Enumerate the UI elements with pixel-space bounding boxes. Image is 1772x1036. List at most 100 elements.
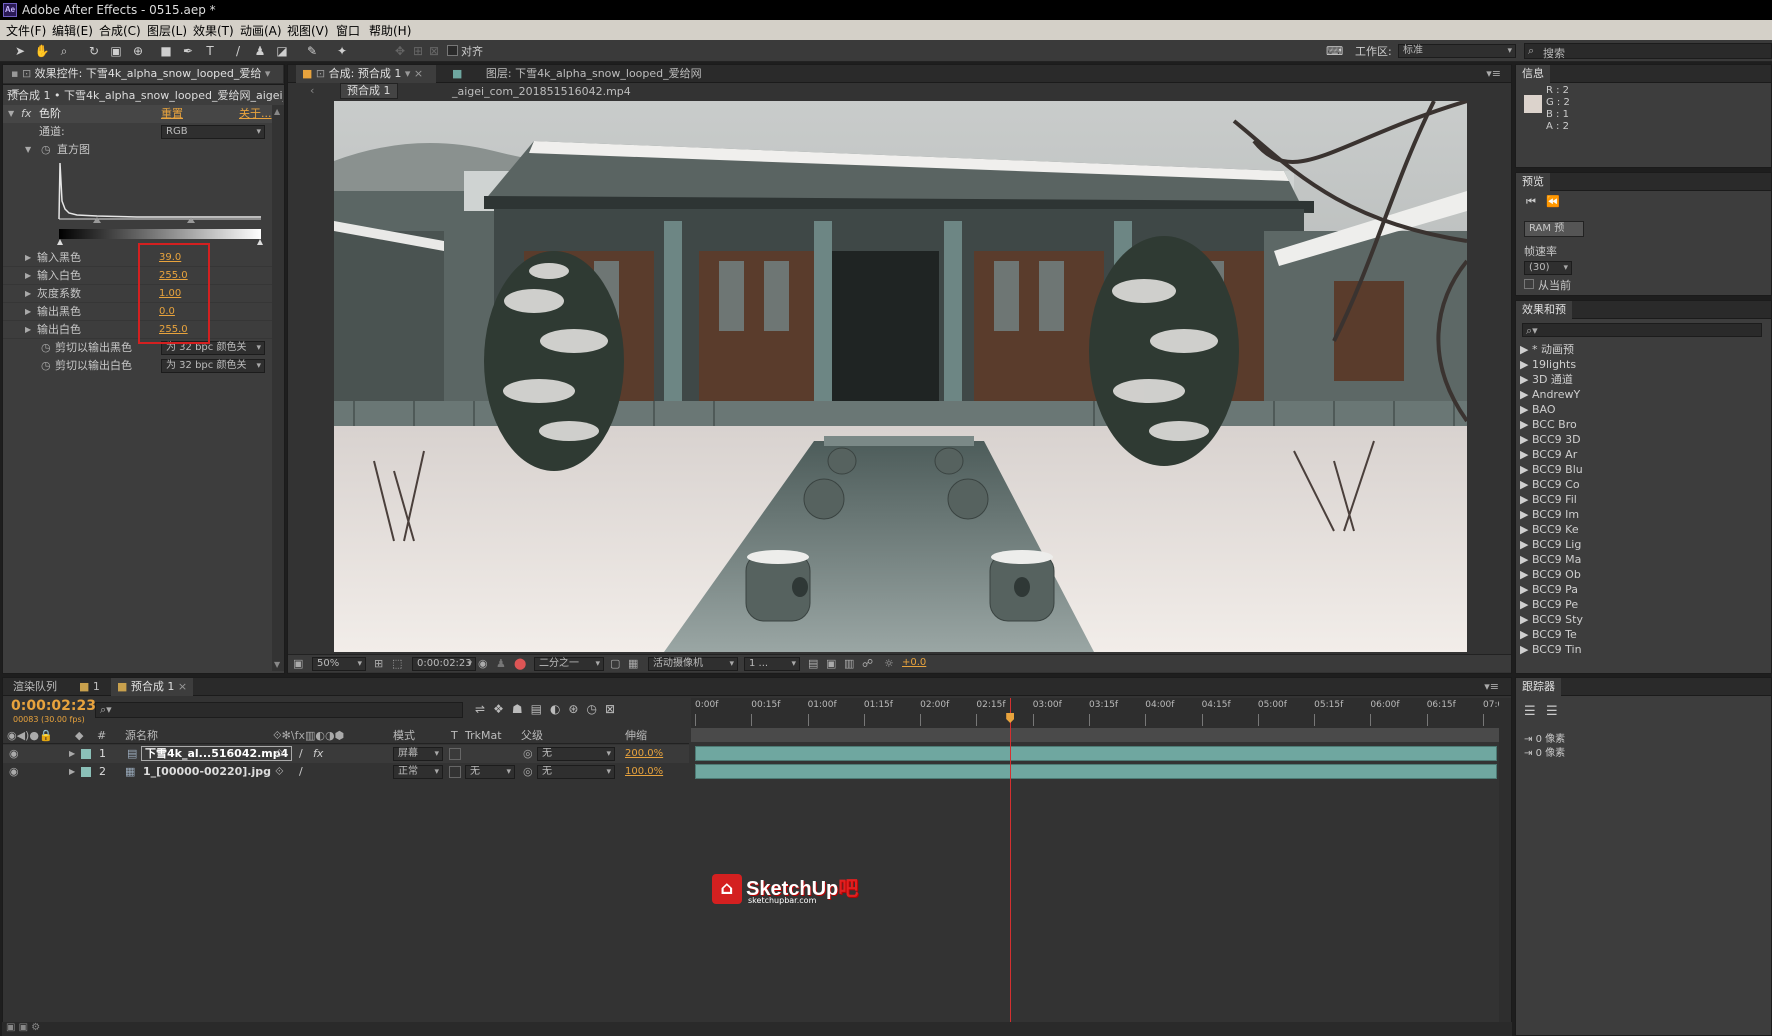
align-left-icon[interactable]: ☰: [1524, 704, 1536, 719]
blend-mode-select[interactable]: 屏幕: [393, 747, 443, 761]
preset-item[interactable]: ▶ BCC9 Blu: [1520, 462, 1770, 477]
footer-toggle-icons[interactable]: ▣ ▣ ⚙: [6, 1022, 40, 1033]
timeline-scrollbar[interactable]: [1499, 698, 1511, 1028]
zoom-tool-icon[interactable]: ⌕: [56, 43, 72, 59]
layer-1-duration-bar[interactable]: [695, 746, 1497, 761]
panel-menu-icon[interactable]: ▾≡: [1480, 65, 1507, 83]
tracker-tab[interactable]: 跟踪器: [1516, 678, 1561, 696]
toggle-pixel-aspect-icon[interactable]: ▤: [808, 657, 818, 670]
exposure-icon[interactable]: ☼: [884, 657, 894, 670]
roto-brush-tool-icon[interactable]: ✎: [304, 43, 320, 59]
preset-item[interactable]: ▶ BCC9 Im: [1520, 507, 1770, 522]
info-tab[interactable]: 信息: [1516, 65, 1550, 83]
menu-help[interactable]: 帮助(H): [369, 22, 411, 39]
preserve-transparency-checkbox[interactable]: [449, 766, 461, 778]
preset-item[interactable]: ▶ 19lights: [1520, 357, 1770, 372]
preset-item[interactable]: ▶ AndrewY: [1520, 387, 1770, 402]
safe-margins-icon[interactable]: ⊞: [374, 657, 383, 670]
param-expand-icon[interactable]: ▶: [25, 321, 31, 339]
brush-tool-icon[interactable]: /: [230, 43, 246, 59]
param-expand-icon[interactable]: ▶: [25, 303, 31, 321]
exposure-value[interactable]: +0.0: [902, 657, 926, 668]
menu-file[interactable]: 文件(F): [6, 22, 46, 39]
preserve-transparency-checkbox[interactable]: [449, 748, 461, 760]
view-layout-select[interactable]: 1 ...: [744, 657, 800, 671]
preset-item[interactable]: ▶ BCC9 Pe: [1520, 597, 1770, 612]
quality-switch-icon[interactable]: /: [299, 763, 303, 781]
menu-effect[interactable]: 效果(T): [193, 22, 234, 39]
label-color-icon[interactable]: [81, 749, 91, 759]
layer-2-duration-bar[interactable]: [695, 764, 1497, 779]
collapse-triangle-icon[interactable]: ▼: [8, 105, 14, 123]
render-queue-tab[interactable]: 渲染队列: [7, 678, 63, 696]
rotate-tool-icon[interactable]: ↻: [86, 43, 102, 59]
eraser-tool-icon[interactable]: ◪: [274, 43, 290, 59]
param-expand-icon[interactable]: ▶: [25, 249, 31, 267]
trkmat-select[interactable]: 无: [465, 765, 515, 779]
composition-viewer[interactable]: [334, 101, 1467, 652]
preset-item[interactable]: ▶ BCC9 Te: [1520, 627, 1770, 642]
fast-preview-icon[interactable]: ▣: [826, 657, 836, 670]
pickwhip-icon[interactable]: ◎: [523, 745, 533, 763]
hand-tool-icon[interactable]: ✋: [34, 43, 50, 59]
draft-3d-icon[interactable]: ❖: [493, 702, 512, 716]
snapshot-icon[interactable]: ◉: [478, 657, 488, 670]
zoom-select[interactable]: 50%: [312, 657, 366, 671]
show-snapshot-icon[interactable]: ♟: [496, 657, 506, 670]
menu-edit[interactable]: 编辑(E): [52, 22, 93, 39]
timeline-menu-icon[interactable]: ▾≡: [1478, 678, 1505, 696]
from-current-checkbox[interactable]: [1524, 279, 1534, 289]
preset-item[interactable]: ▶ BCC Bro: [1520, 417, 1770, 432]
comp-mini-flowchart-icon[interactable]: ⇌: [475, 702, 493, 716]
preset-item[interactable]: ▶ BCC9 Co: [1520, 477, 1770, 492]
preset-item[interactable]: ▶ 3D 通道: [1520, 372, 1770, 387]
workspace-select[interactable]: 标准: [1398, 44, 1516, 58]
menu-view[interactable]: 视图(V): [287, 22, 329, 39]
composition-tab[interactable]: ■ ⊡ 合成: 预合成 1 ▾ ×: [296, 65, 436, 83]
work-area-bar[interactable]: [691, 728, 1499, 742]
preset-item[interactable]: ▶ BCC9 3D: [1520, 432, 1770, 447]
ram-preview-button[interactable]: RAM 预: [1524, 221, 1584, 237]
brainstorm-icon[interactable]: ⊛: [568, 702, 586, 716]
time-ruler[interactable]: 0:00f 00:15f 01:00f 01:15f 02:00f 02:15f 03:00…: [691, 698, 1509, 728]
text-tool-icon[interactable]: T: [202, 43, 218, 59]
stopwatch-icon[interactable]: ◷: [41, 141, 51, 159]
flowchart-icon[interactable]: ☍: [862, 657, 873, 670]
expand-layer-icon[interactable]: ▶: [69, 745, 75, 763]
preset-item[interactable]: ▶ BCC9 Pa: [1520, 582, 1770, 597]
shy-icon[interactable]: ☗: [512, 702, 531, 716]
menu-window[interactable]: 窗口: [336, 22, 360, 39]
param-expand-icon[interactable]: ▶: [25, 285, 31, 303]
motion-blur-icon[interactable]: ◐: [550, 702, 568, 716]
fx-switch-icon[interactable]: fx: [313, 745, 323, 763]
layer-name[interactable]: 下雪4k_al...516042.mp4: [141, 746, 293, 761]
pan-behind-tool-icon[interactable]: ⊕: [130, 43, 146, 59]
timeline-icon[interactable]: ▥: [844, 657, 854, 670]
puppet-tool-icon[interactable]: ✦: [334, 43, 350, 59]
axis-world-icon[interactable]: ⊞: [410, 43, 426, 59]
playhead[interactable]: [1010, 698, 1012, 1028]
camera-tool-icon[interactable]: ▣: [108, 43, 124, 59]
parent-select[interactable]: 无: [537, 765, 615, 779]
mask-visibility-icon[interactable]: ⬚: [392, 657, 402, 670]
eye-icon[interactable]: ◉: [9, 745, 19, 763]
precomp-tab[interactable]: ■ 预合成 1 ×: [111, 678, 194, 696]
clone-stamp-tool-icon[interactable]: ♟: [252, 43, 268, 59]
layer-tab[interactable]: ■ 图层: 下雪4k_alpha_snow_looped_爱给网_aigei_c…: [446, 65, 846, 98]
pen-tool-icon[interactable]: ✒: [180, 43, 196, 59]
eye-icon[interactable]: ◉: [9, 763, 19, 781]
preset-item[interactable]: ▶ BCC9 Ke: [1520, 522, 1770, 537]
timeline-timecode[interactable]: 0:00:02:23: [11, 698, 96, 714]
fx-icon[interactable]: fx: [21, 105, 31, 123]
effects-search-input[interactable]: ⌕▾: [1522, 323, 1762, 337]
preset-item[interactable]: ▶ BCC9 Ob: [1520, 567, 1770, 582]
preset-item[interactable]: ▶ BCC9 Tin: [1520, 642, 1770, 657]
histogram-triangle-icon[interactable]: ▼: [25, 141, 31, 159]
snap-checkbox[interactable]: [447, 45, 458, 56]
prev-frame-icon[interactable]: ⏪: [1546, 195, 1560, 208]
comp-breadcrumb[interactable]: 预合成 1: [340, 83, 398, 99]
stretch-value[interactable]: 100.0%: [625, 763, 663, 781]
pickwhip-icon[interactable]: ◎: [523, 763, 533, 781]
graph-editor-icon[interactable]: ⊠: [605, 702, 623, 716]
axis-view-icon[interactable]: ⊠: [426, 43, 442, 59]
